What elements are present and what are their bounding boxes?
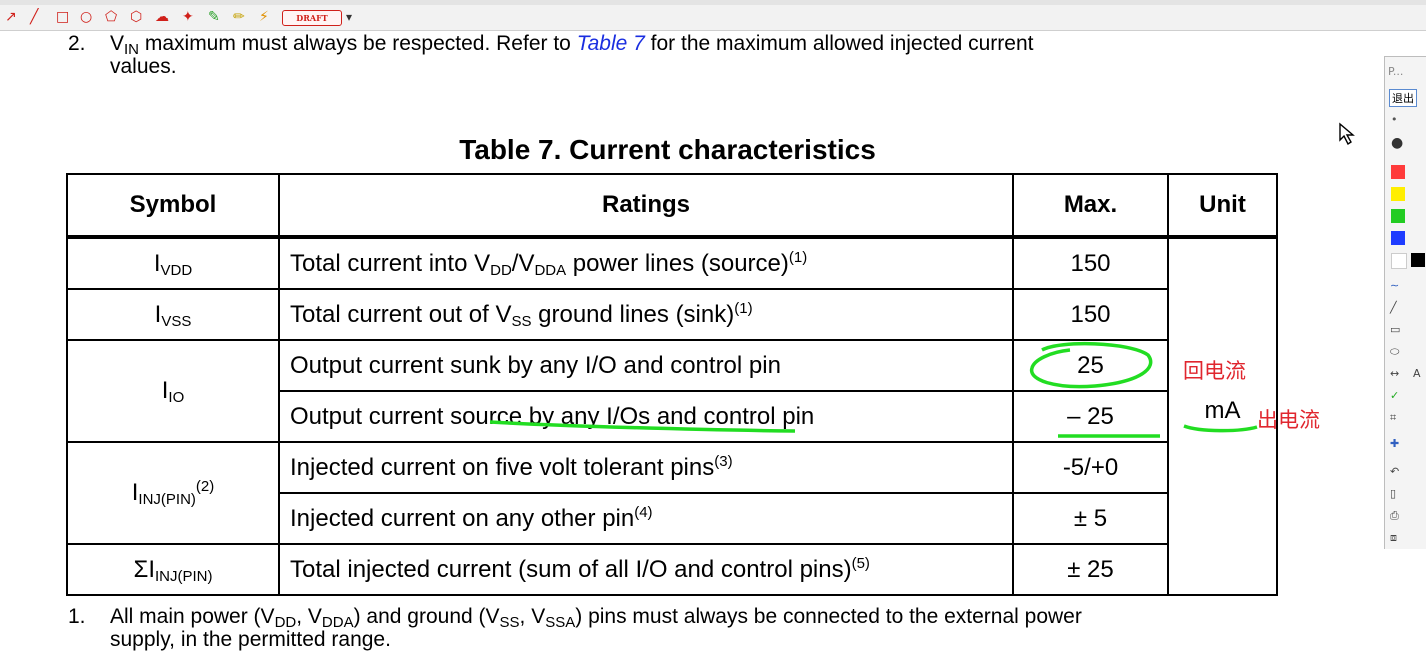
- dot-small-icon[interactable]: •: [1391, 113, 1398, 126]
- text-tool-icon[interactable]: A: [1413, 367, 1421, 380]
- rectangle-tool-icon[interactable]: ▭: [1390, 323, 1400, 336]
- panel-search[interactable]: P...: [1388, 65, 1403, 78]
- color-swatch-black[interactable]: [1411, 253, 1425, 267]
- underline-annotation: [489, 420, 796, 433]
- check-icon[interactable]: ✓: [1390, 389, 1399, 402]
- color-swatch-yellow[interactable]: [1391, 187, 1405, 201]
- screenshot-icon[interactable]: ⧈: [1390, 531, 1397, 545]
- exit-button[interactable]: 退出: [1389, 89, 1417, 107]
- color-swatch-white[interactable]: [1391, 253, 1407, 269]
- line-tool-icon[interactable]: ╱: [1390, 301, 1397, 314]
- note-1-line1: All main power (VDD, VDDA) and ground (V…: [110, 605, 1082, 631]
- crop-icon[interactable]: ⌗: [1390, 411, 1396, 425]
- underline-annotation: [1183, 424, 1258, 433]
- new-page-icon[interactable]: ▯: [1390, 487, 1396, 500]
- note-1-line2: supply, in the permitted range.: [110, 628, 391, 651]
- source-current-annotation: 出电流: [1257, 408, 1320, 432]
- circle-annotation: [1029, 341, 1153, 389]
- double-arrow-icon[interactable]: ↔: [1390, 367, 1399, 380]
- ink-annotation-layer: [489, 341, 1258, 438]
- plus-icon[interactable]: ✚: [1390, 437, 1399, 450]
- mouse-cursor-icon: [1339, 122, 1355, 146]
- color-swatch-green[interactable]: [1391, 209, 1405, 223]
- freehand-icon[interactable]: ∼: [1390, 279, 1399, 292]
- color-swatch-blue[interactable]: [1391, 231, 1405, 245]
- sink-current-annotation: 回电流: [1183, 359, 1246, 383]
- ellipse-tool-icon[interactable]: ⬭: [1390, 345, 1399, 359]
- color-swatch-red[interactable]: [1391, 165, 1405, 179]
- note-number: 1.: [68, 605, 86, 628]
- undo-icon[interactable]: ↶: [1390, 465, 1399, 478]
- print-icon[interactable]: ⎙: [1390, 509, 1399, 523]
- dot-medium-icon[interactable]: ●: [1391, 135, 1403, 151]
- drawing-tool-panel: P... 退出 • ● ∼ ╱ ▭ ⬭ ↔ A ✓ ⌗ ✚ ↶ ▯ ⎙ ⧈: [1384, 56, 1426, 549]
